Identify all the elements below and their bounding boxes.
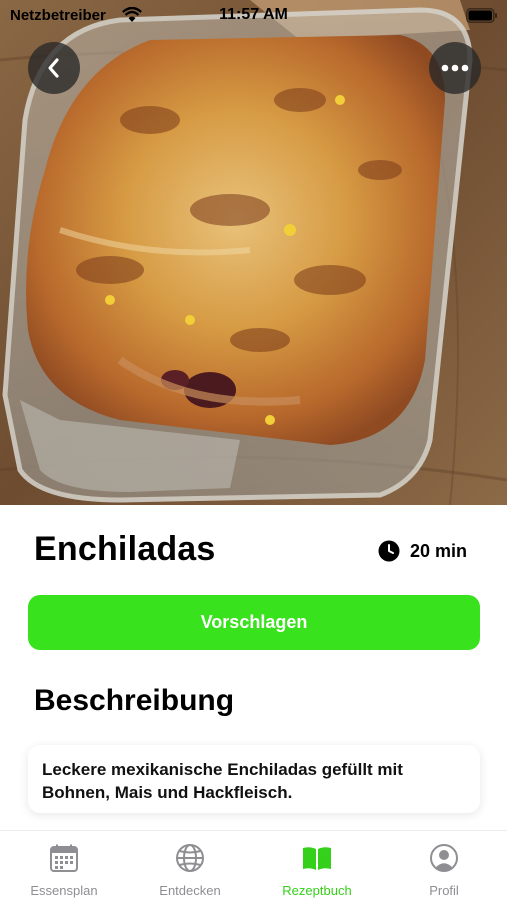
battery-icon <box>466 8 497 23</box>
book-icon <box>303 847 331 870</box>
tab-label: Rezeptbuch <box>282 883 352 898</box>
chevron-left-icon <box>48 58 59 78</box>
clock-icon <box>378 540 400 562</box>
recipe-duration: 20 min <box>378 540 467 562</box>
calendar-icon <box>50 844 78 872</box>
tab-label: Essensplan <box>30 883 98 898</box>
tab-label: Entdecken <box>159 883 221 898</box>
duration-label: 20 min <box>410 540 468 561</box>
tab-rezeptbuch[interactable]: Rezeptbuch <box>262 843 372 898</box>
ellipsis-icon <box>441 64 469 72</box>
suggest-button[interactable]: Vorschlagen <box>28 595 480 650</box>
description-heading: Beschreibung <box>34 684 235 717</box>
status-bar: Netzbetreiber 11:57 AM <box>0 0 507 32</box>
person-icon <box>430 844 458 872</box>
recipe-title: Enchiladas <box>34 530 216 568</box>
clock-time: 11:57 AM <box>219 6 288 23</box>
description-text: Leckere mexikanische Enchiladas gefüllt … <box>42 760 403 802</box>
tab-label: Profil <box>429 883 459 898</box>
tab-essensplan[interactable]: Essensplan <box>9 843 119 898</box>
tab-entdecken[interactable]: Entdecken <box>135 843 245 898</box>
tab-profil[interactable]: Profil <box>389 843 499 898</box>
more-options-button[interactable] <box>429 42 481 94</box>
globe-icon <box>176 844 204 872</box>
back-button[interactable] <box>28 42 80 94</box>
